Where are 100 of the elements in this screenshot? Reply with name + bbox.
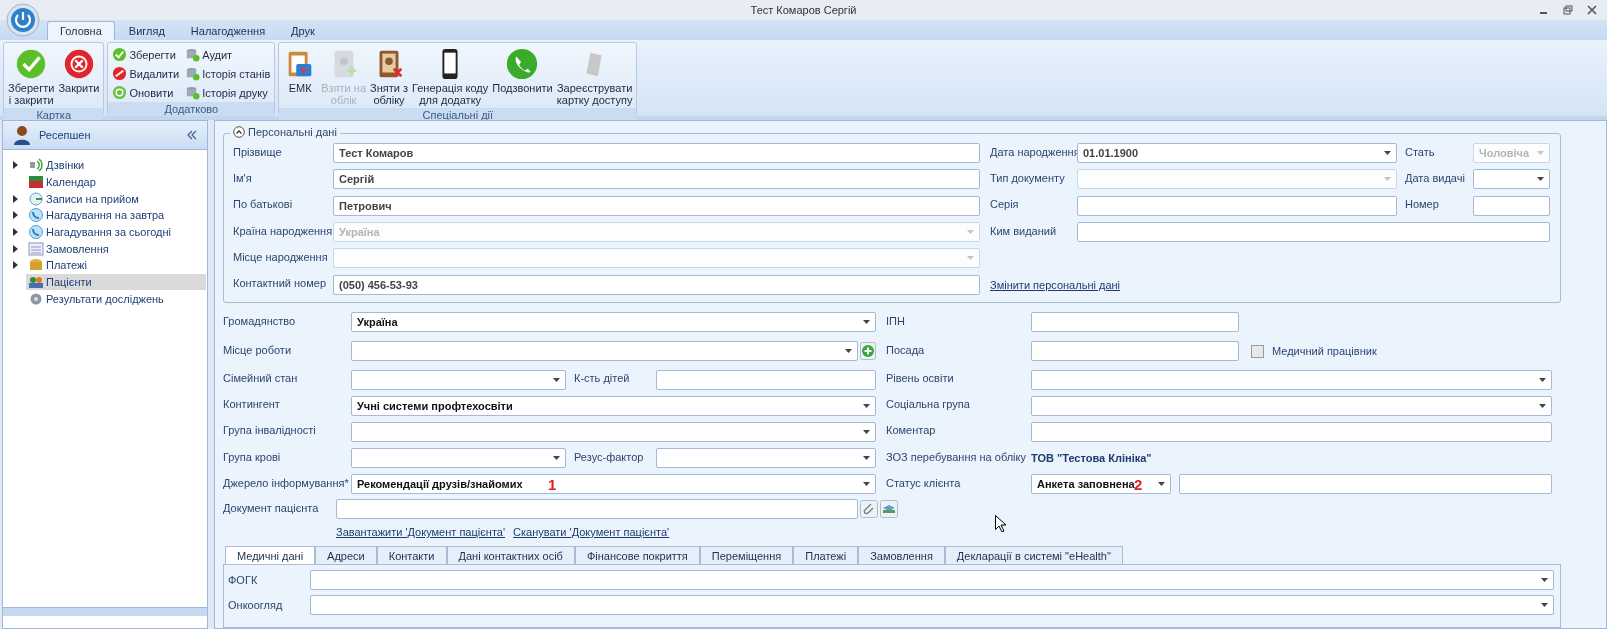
input-field[interactable] [336,499,858,520]
document-link[interactable]: Завантажити 'Документ пацієнта' [336,526,506,539]
input-field[interactable] [1077,195,1397,216]
dropdown-field[interactable] [351,448,566,469]
dropdown-field[interactable] [310,570,1554,591]
caret-icon [1539,377,1546,382]
tab[interactable]: Контакти [376,545,447,564]
ribbon-tab[interactable]: Головна [47,21,115,40]
phone-icon [28,225,44,240]
nav-item[interactable]: Нагадування на завтра [26,207,206,224]
ribbon-button[interactable]: Подзвонити [490,45,555,108]
input-field[interactable] [656,369,876,390]
add-icon[interactable] [860,342,876,361]
ribbon-button[interactable]: Оновити [110,83,182,102]
ribbon-button[interactable]: Зняти з обліку [368,45,410,108]
nav-item[interactable]: Записи на прийом [26,190,206,207]
checkbox[interactable] [1251,344,1264,358]
expander-icon[interactable] [13,228,19,237]
ribbon-button[interactable]: Зберегти [110,45,182,64]
expander-icon[interactable] [13,261,19,270]
people-icon [28,275,44,290]
ribbon-tab[interactable]: Друк [279,22,327,40]
caret-icon [863,482,870,487]
input-field[interactable]: Петрович [333,195,980,216]
expander-icon[interactable] [13,194,19,203]
ribbon-button[interactable]: Аудит [183,45,273,64]
tab[interactable]: Декларації в системі "eHealth" [944,545,1123,564]
nav-item[interactable]: Замовлення [26,240,206,257]
dropdown-field[interactable] [1031,369,1552,390]
dropdown-field[interactable]: Учні системи профтехосвіти [351,395,876,416]
ribbon-button[interactable]: Історія друку [183,83,273,102]
tab[interactable]: Медичні дані [225,545,316,564]
input-field[interactable] [1077,222,1550,243]
field-label: Громадянство [223,313,297,328]
collapse-icon[interactable] [233,126,245,138]
nav-item[interactable]: Пацієнти [26,274,206,291]
dropdown-field[interactable]: Україна [351,312,876,333]
nav-item[interactable]: Дзвінки [26,157,206,174]
input-field[interactable] [1031,312,1239,333]
field-value: ТОВ "Тестова Клініка" [1031,452,1153,465]
sidebar-title: Ресепшен [39,129,92,141]
tab[interactable]: Фінансове покриття [574,545,700,564]
field-label: Контактний номер [233,276,328,291]
ribbon-button[interactable]: Видалити [110,64,182,83]
ribbon-button[interactable]: ЕМК [281,45,320,108]
nav-item[interactable]: Результати досліджень [26,290,206,307]
ribbon-button[interactable]: Історія станів [183,64,273,83]
caret-icon [863,320,870,325]
input-field[interactable] [1473,195,1550,216]
expander-icon[interactable] [13,161,19,170]
dropdown-field[interactable] [351,421,876,442]
dropdown-field[interactable]: Анкета заповнена2 [1031,474,1171,495]
dropdown-field[interactable]: 01.01.1900 [1077,143,1397,164]
ribbon-tab[interactable]: Налагодження [178,22,278,40]
caret-icon [863,403,870,408]
ribbon-button[interactable]: Зареєструвати картку доступу [554,45,635,108]
input-field[interactable]: Тест Комаров [333,143,980,164]
ribbon-button[interactable]: Закрити [56,45,102,108]
caret-icon [553,456,560,461]
tab[interactable]: Переміщення [699,545,794,564]
dropdown-field[interactable] [656,448,876,469]
dropdown-field[interactable] [351,341,858,362]
database-icon [185,66,201,81]
dropdown-field[interactable] [351,369,566,390]
dropdown-field[interactable] [310,595,1554,616]
expander-icon[interactable] [13,211,19,220]
expander-icon[interactable] [13,244,19,253]
tab[interactable]: Замовлення [858,545,945,564]
ribbon-button[interactable]: Зберегти і закрити [6,45,57,108]
field-label: Місце народження [233,249,329,264]
input-field[interactable] [1179,474,1552,495]
restore-icon[interactable] [1563,5,1573,15]
scanner-icon[interactable] [880,500,898,519]
tab[interactable]: Платежі [793,545,859,564]
caret-icon [1384,177,1391,182]
input-field[interactable] [1031,341,1239,362]
nav-item[interactable]: Платежі [26,257,206,274]
clock-icon [28,191,44,206]
caret-icon [1384,151,1391,156]
tab[interactable]: Адреси [315,545,377,564]
dropdown-field[interactable]: Рекомендації друзів/знайомих 1 [351,474,876,495]
database-icon [185,47,201,62]
input-field[interactable]: Сергій [333,169,980,190]
close-icon[interactable] [1587,5,1597,15]
document-link[interactable]: Сканувати 'Документ пацієнта' [513,526,670,539]
caret-icon [1541,578,1548,583]
nav-item[interactable]: Нагадування за сьогодні [26,224,206,241]
ribbon-button[interactable]: Генерація коду для додатку [410,45,491,108]
input-field[interactable] [1031,421,1552,442]
paperclip-icon[interactable] [860,500,878,519]
phone-icon [505,47,540,81]
tab[interactable]: Дані контактних осіб [446,545,575,564]
dropdown-field[interactable] [1031,395,1552,416]
splitter-handle[interactable] [3,607,207,616]
dropdown-field[interactable] [1473,169,1550,190]
edit-link[interactable]: Змінити персональні дані [990,278,1550,291]
ribbon-tab[interactable]: Вигляд [116,22,177,40]
caret-icon [967,256,974,261]
nav-item[interactable]: Календар [26,174,206,191]
input-field[interactable]: (050) 456-53-93 [333,274,980,295]
